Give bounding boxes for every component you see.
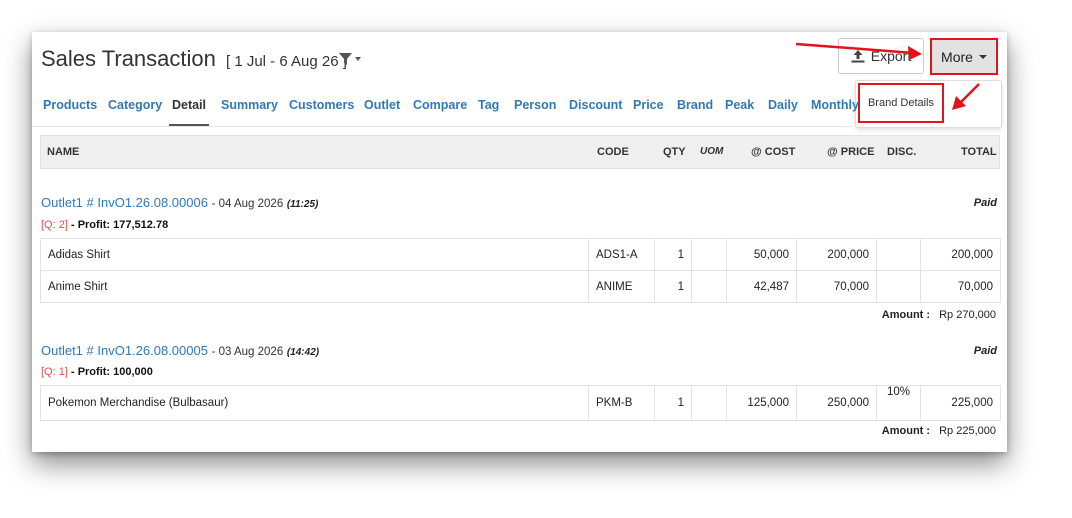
item-uom	[691, 270, 727, 303]
tab-brand[interactable]: Brand	[677, 88, 713, 124]
item-qty: 1	[654, 385, 692, 421]
upload-icon	[851, 49, 865, 62]
invoice-link[interactable]: Outlet1 # InvO1.26.08.00005	[41, 343, 208, 358]
payment-status: Paid	[973, 197, 997, 209]
sales-transaction-panel: Sales Transaction [ 1 Jul - 6 Aug 26 ] E…	[32, 32, 1007, 452]
invoice-summary: [Q: 1] - Profit: 100,000	[41, 366, 153, 378]
item-qty: 1	[654, 270, 692, 303]
tab-price[interactable]: Price	[633, 88, 664, 124]
profit: - Profit: 100,000	[70, 366, 153, 378]
more-dropdown-menu: Brand Details	[855, 80, 1002, 128]
invoice-amount: Amount : Rp 225,000	[882, 425, 996, 437]
col-disc: DISC.	[887, 146, 917, 158]
tab-products[interactable]: Products	[43, 88, 97, 124]
table-row: Adidas Shirt ADS1-A 1 50,000 200,000 200…	[40, 238, 1001, 271]
page-title-text: Sales Transaction	[41, 46, 216, 71]
invoice-header: Outlet1 # InvO1.26.08.00005 - 03 Aug 202…	[41, 343, 319, 358]
col-name: NAME	[47, 146, 80, 158]
invoice-amount: Amount : Rp 270,000	[882, 309, 996, 321]
item-cost: 42,487	[726, 270, 797, 303]
invoice-date: - 03 Aug 2026	[211, 346, 284, 358]
item-code: ADS1-A	[588, 238, 655, 271]
item-total: 70,000	[920, 270, 1001, 303]
table-row: Anime Shirt ANIME 1 42,487 70,000 70,000	[40, 270, 1001, 303]
item-uom	[691, 385, 727, 421]
invoice-time: (11:25)	[286, 199, 319, 210]
amount-label: Amount :	[881, 309, 931, 321]
item-count: [Q: 2]	[41, 219, 68, 231]
more-button[interactable]: More	[930, 38, 998, 75]
tab-tag[interactable]: Tag	[478, 88, 499, 124]
payment-status: Paid	[973, 345, 997, 357]
col-code: CODE	[597, 146, 629, 158]
tab-category[interactable]: Category	[108, 88, 162, 124]
col-qty: QTY	[663, 146, 686, 158]
tab-daily[interactable]: Daily	[768, 88, 798, 124]
tab-peak[interactable]: Peak	[725, 88, 754, 124]
item-uom	[691, 238, 727, 271]
item-code: PKM-B	[588, 385, 655, 421]
item-price: 200,000	[796, 238, 877, 271]
invoice-summary: [Q: 2] - Profit: 177,512.78	[41, 219, 168, 231]
item-disc	[876, 270, 921, 303]
item-price: 70,000	[796, 270, 877, 303]
brand-details-menu-item[interactable]: Brand Details	[858, 83, 944, 123]
tab-outlet[interactable]: Outlet	[364, 88, 400, 124]
invoice-items-table: Pokemon Merchandise (Bulbasaur) PKM-B 1 …	[40, 385, 1001, 421]
item-code: ANIME	[588, 270, 655, 303]
item-name: Adidas Shirt	[40, 238, 589, 271]
tab-monthly[interactable]: Monthly	[811, 88, 859, 124]
tab-customers[interactable]: Customers	[289, 88, 354, 124]
amount-value: Rp 225,000	[939, 425, 996, 437]
item-cost: 50,000	[726, 238, 797, 271]
export-label: Export	[870, 48, 912, 64]
item-count: [Q: 1]	[41, 366, 68, 378]
item-total: 225,000	[920, 385, 1001, 421]
item-name: Anime Shirt	[40, 270, 589, 303]
date-range: [ 1 Jul - 6 Aug 26 ]	[226, 53, 347, 70]
tab-compare[interactable]: Compare	[413, 88, 467, 124]
report-tabs: Products Category Detail Summary Custome…	[32, 88, 859, 127]
table-row: Pokemon Merchandise (Bulbasaur) PKM-B 1 …	[40, 385, 1001, 421]
amount-value: Rp 270,000	[939, 309, 996, 321]
item-qty: 1	[654, 238, 692, 271]
col-total: TOTAL	[961, 146, 997, 158]
item-disc: 10%	[876, 385, 921, 421]
export-button[interactable]: Export	[838, 38, 924, 74]
amount-label: Amount :	[881, 425, 931, 437]
invoice-header: Outlet1 # InvO1.26.08.00006 - 04 Aug 202…	[41, 195, 318, 210]
item-total: 200,000	[920, 238, 1001, 271]
item-name: Pokemon Merchandise (Bulbasaur)	[40, 385, 589, 421]
col-uom: UOM	[700, 146, 724, 157]
tab-person[interactable]: Person	[514, 88, 556, 124]
tab-summary[interactable]: Summary	[221, 88, 278, 124]
caret-down-icon	[978, 54, 987, 59]
col-price: @ PRICE	[827, 146, 875, 158]
filter-dropdown-icon[interactable]	[338, 52, 362, 66]
invoice-items-table: Adidas Shirt ADS1-A 1 50,000 200,000 200…	[40, 238, 1001, 303]
tab-discount[interactable]: Discount	[569, 88, 622, 124]
col-cost: @ COST	[751, 146, 796, 158]
item-disc	[876, 238, 921, 271]
profit: - Profit: 177,512.78	[70, 219, 169, 231]
invoice-date: - 04 Aug 2026	[211, 198, 284, 210]
page-title: Sales Transaction [ 1 Jul - 6 Aug 26 ]	[41, 46, 347, 72]
more-label: More	[941, 48, 973, 65]
invoice-link[interactable]: Outlet1 # InvO1.26.08.00006	[41, 195, 208, 210]
table-header: NAME CODE QTY UOM @ COST @ PRICE DISC. T…	[40, 135, 1000, 169]
item-cost: 125,000	[726, 385, 797, 421]
item-price: 250,000	[796, 385, 877, 421]
invoice-time: (14:42)	[286, 347, 320, 358]
tab-detail[interactable]: Detail	[169, 88, 209, 126]
